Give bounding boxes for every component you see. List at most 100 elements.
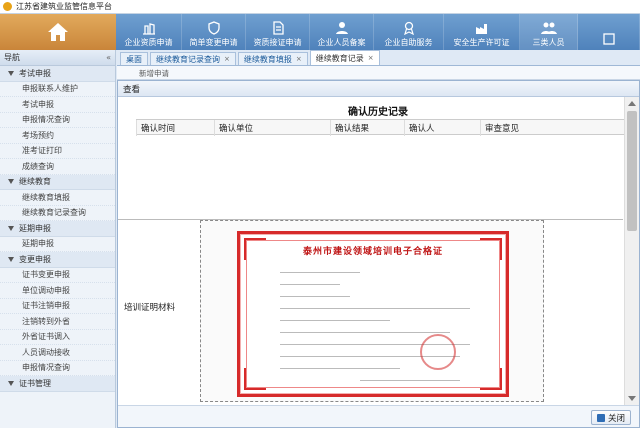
more-icon	[602, 33, 615, 45]
history-table-header: 确认时间 确认单位 确认结果 确认人 审查意见	[136, 119, 633, 136]
new-application-button[interactable]: 新增申请	[139, 68, 169, 78]
nav-enterprise-qualification[interactable]: 企业资质申请	[116, 14, 182, 50]
column-header: 确认人	[404, 120, 480, 136]
sidebar-group-label: 继续教育	[19, 177, 51, 187]
attachment-frame: 泰州市建设领域培训电子合格证	[200, 220, 544, 402]
text-line	[280, 368, 400, 369]
expand-triangle-icon	[8, 179, 14, 185]
sidebar: 导航 « 考试申报 申报联系人维护 考试申报 申报情况查询 考场预约 准考证打印 成绩查询继…	[0, 50, 116, 428]
scroll-up-icon[interactable]	[628, 101, 636, 106]
logo-icon	[3, 2, 12, 11]
nav-label: 简单变更申请	[189, 38, 238, 47]
tab-close-icon[interactable]: ×	[368, 54, 374, 62]
tab[interactable]: 继续教育填报 ×	[237, 52, 308, 65]
sidebar-item[interactable]: 申报情况查询	[0, 361, 115, 376]
sidebar-group[interactable]: 继续教育	[0, 174, 115, 190]
sidebar-header: 导航 «	[0, 50, 115, 66]
tab-label: 桌面	[126, 54, 142, 64]
nav-label: 企业资质申请	[124, 38, 173, 47]
nav-label: 安全生产许可证	[453, 38, 510, 47]
sidebar-title: 导航	[4, 53, 20, 62]
nav-more[interactable]	[578, 14, 640, 50]
expand-triangle-icon	[8, 70, 14, 76]
nav-personnel-filing[interactable]: 企业人员备案	[310, 14, 374, 50]
tab-label: 继续教育记录	[315, 53, 364, 63]
column-header: 确认结果	[330, 120, 404, 136]
column-header: 确认单位	[214, 120, 330, 136]
sidebar-item[interactable]: 延期申报	[0, 237, 115, 252]
collapse-icon[interactable]: «	[106, 53, 111, 62]
nav-qualification-certificate[interactable]: 资质接证申请	[246, 14, 310, 50]
sidebar-item[interactable]: 考场预约	[0, 128, 115, 144]
dialog-scrollbar[interactable]	[624, 97, 639, 405]
expand-triangle-icon	[8, 256, 14, 262]
dialog-footer: 关闭	[118, 405, 639, 427]
top-navigation: 企业资质申请 简单变更申请 资质接证申请 企业人员备案 企业自助服务 安全生产许…	[0, 14, 640, 50]
text-line	[360, 380, 460, 381]
dialog-header: 查看	[118, 81, 639, 97]
sidebar-item[interactable]: 注销转到外省	[0, 314, 115, 330]
corner-ornament	[480, 368, 502, 390]
column-header: 确认时间	[136, 120, 214, 136]
tab-close-icon[interactable]: ×	[224, 55, 230, 63]
sidebar-group[interactable]: 证书管理	[0, 376, 115, 392]
toolbar: 新增申请	[117, 66, 640, 80]
nav-simple-change[interactable]: 简单变更申请	[182, 14, 246, 50]
nav-three-categories[interactable]: 三类人员	[520, 14, 578, 50]
attachment-label: 培训证明材料	[124, 303, 176, 313]
sidebar-group[interactable]: 变更申报	[0, 252, 115, 268]
close-button[interactable]: 关闭	[590, 410, 631, 425]
sidebar-item[interactable]: 申报情况查询	[0, 113, 115, 128]
sidebar-item[interactable]: 单位调动申报	[0, 283, 115, 299]
history-section-title: 确认历史记录	[348, 107, 408, 118]
sidebar-item[interactable]: 准考证打印	[0, 144, 115, 159]
text-line	[280, 332, 450, 333]
tab-label: 继续教育记录查询	[156, 54, 220, 64]
close-icon	[596, 413, 605, 422]
sidebar-item[interactable]: 证书注销申报	[0, 299, 115, 314]
sidebar-item[interactable]: 申报联系人维护	[0, 82, 115, 97]
tab[interactable]: 继续教育记录查询 ×	[150, 52, 236, 65]
dialog-title: 查看	[123, 84, 141, 95]
scroll-down-icon[interactable]	[628, 396, 636, 401]
view-dialog: 查看 确认历史记录 确认时间 确认单位 确认结果 确认人 审查意见 培训证明材料…	[117, 80, 640, 428]
nav-safety-license[interactable]: 安全生产许可证	[444, 14, 520, 50]
tab-close-icon[interactable]: ×	[296, 55, 302, 63]
certificate-image[interactable]: 泰州市建设领域培训电子合格证	[237, 231, 509, 397]
nav-label: 企业人员备案	[317, 38, 366, 47]
sidebar-group-label: 延期申报	[19, 223, 51, 233]
building-crane-icon	[142, 23, 155, 35]
home-icon	[48, 23, 68, 41]
sidebar-item[interactable]: 考试申报	[0, 97, 115, 113]
tab-label: 继续教育填报	[243, 54, 292, 64]
people-icon	[540, 22, 557, 34]
certificate-border	[246, 240, 500, 388]
certificate-title: 泰州市建设领域培训电子合格证	[302, 247, 443, 257]
close-label: 关闭	[607, 413, 625, 424]
sidebar-group-label: 证书管理	[19, 378, 51, 388]
sidebar-item[interactable]: 继续教育记录查询	[0, 206, 115, 221]
sidebar-group[interactable]: 延期申报	[0, 221, 115, 237]
sidebar-item[interactable]: 人员调动接收	[0, 345, 115, 361]
nav-label: 三类人员	[532, 38, 565, 47]
document-icon	[272, 21, 284, 35]
sidebar-item[interactable]: 继续教育填报	[0, 190, 115, 206]
person-icon	[335, 22, 348, 34]
tab[interactable]: 继续教育记录 ×	[309, 50, 380, 65]
ribbon-icon	[403, 21, 414, 35]
sidebar-group[interactable]: 考试申报	[0, 66, 115, 82]
tab[interactable]: 桌面	[120, 52, 148, 65]
sidebar-item[interactable]: 外省证书调入	[0, 330, 115, 345]
sidebar-item[interactable]: 证书变更申报	[0, 268, 115, 283]
tab-bar: 桌面 继续教育记录查询 × 继续教育填报 × 继续教育记录 ×	[117, 50, 640, 66]
scrollbar-thumb[interactable]	[627, 111, 637, 231]
sidebar-menu: 考试申报 申报联系人维护 考试申报 申报情况查询 考场预约 准考证打印 成绩查询 继续教育 继续…	[0, 66, 115, 392]
home-button[interactable]	[0, 14, 116, 50]
text-line	[280, 272, 360, 273]
text-line	[280, 284, 340, 285]
text-line	[280, 320, 390, 321]
nav-self-service[interactable]: 企业自助服务	[374, 14, 444, 50]
sidebar-item[interactable]: 成绩查询	[0, 159, 115, 175]
corner-ornament	[244, 368, 266, 390]
nav-label: 资质接证申请	[253, 38, 302, 47]
